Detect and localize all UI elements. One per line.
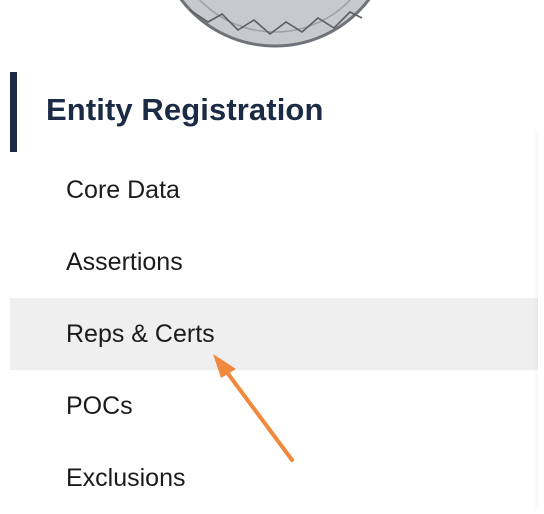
sidebar-nav: Entity Registration Core Data Assertions… [0, 70, 544, 514]
section-header[interactable]: Entity Registration [0, 70, 544, 154]
nav-item-assertions[interactable]: Assertions [10, 226, 538, 298]
nav-item-pocs[interactable]: POCs [10, 370, 538, 442]
section-title[interactable]: Entity Registration [46, 92, 323, 128]
nav-item-core-data[interactable]: Core Data [10, 154, 538, 226]
seal-icon [170, 0, 380, 48]
nav-item-reps-certs[interactable]: Reps & Certs [10, 298, 538, 370]
active-indicator [10, 72, 17, 152]
nav-item-exclusions[interactable]: Exclusions [10, 442, 538, 514]
panel-edge [534, 130, 538, 510]
nav-items: Core Data Assertions Reps & Certs POCs E… [0, 154, 544, 514]
